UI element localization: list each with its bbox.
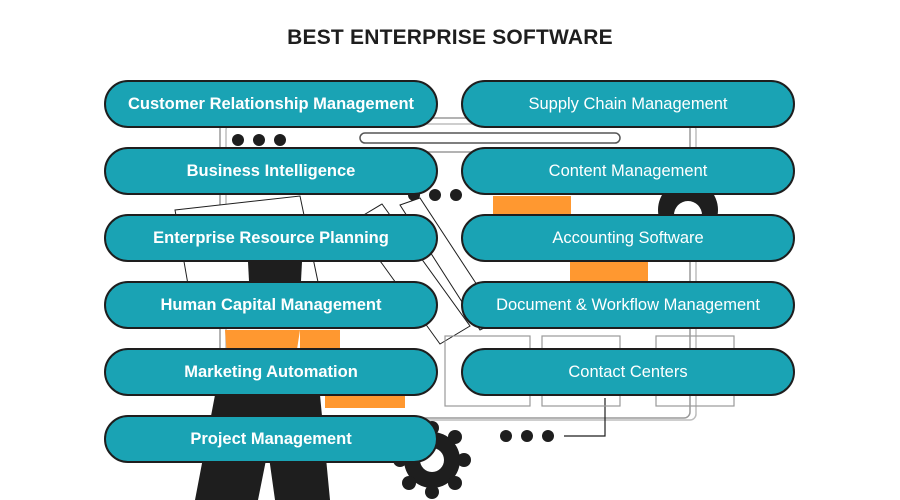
category-label: Accounting Software	[552, 228, 704, 247]
category-label: Enterprise Resource Planning	[153, 228, 389, 247]
category-label: Document & Workflow Management	[496, 295, 760, 314]
connector-line	[564, 398, 606, 437]
category-erp[interactable]: Enterprise Resource Planning	[104, 214, 438, 262]
page-title: BEST ENTERPRISE SOFTWARE	[287, 26, 613, 49]
category-contact-centers[interactable]: Contact Centers	[461, 348, 795, 396]
category-label: Business Intelligence	[186, 161, 356, 180]
ellipsis-dots-icon	[500, 430, 554, 442]
category-label: Supply Chain Management	[528, 94, 728, 113]
category-label: Human Capital Management	[160, 295, 382, 314]
category-label: Customer Relationship Management	[127, 94, 415, 113]
category-label: Marketing Automation	[184, 362, 358, 381]
category-project-management[interactable]: Project Management	[104, 415, 438, 463]
category-content-management[interactable]: Content Management	[461, 147, 795, 195]
category-document-workflow[interactable]: Document & Workflow Management	[461, 281, 795, 329]
category-label: Content Management	[548, 161, 708, 180]
category-supply-chain[interactable]: Supply Chain Management	[461, 80, 795, 128]
category-label: Project Management	[190, 429, 352, 448]
window-dots-icon	[232, 134, 286, 146]
category-marketing-automation[interactable]: Marketing Automation	[104, 348, 438, 396]
category-business-intelligence[interactable]: Business Intelligence	[104, 147, 438, 195]
category-crm[interactable]: Customer Relationship Management	[104, 80, 438, 128]
category-label: Contact Centers	[568, 362, 688, 381]
category-hcm[interactable]: Human Capital Management	[104, 281, 438, 329]
category-accounting[interactable]: Accounting Software	[461, 214, 795, 262]
